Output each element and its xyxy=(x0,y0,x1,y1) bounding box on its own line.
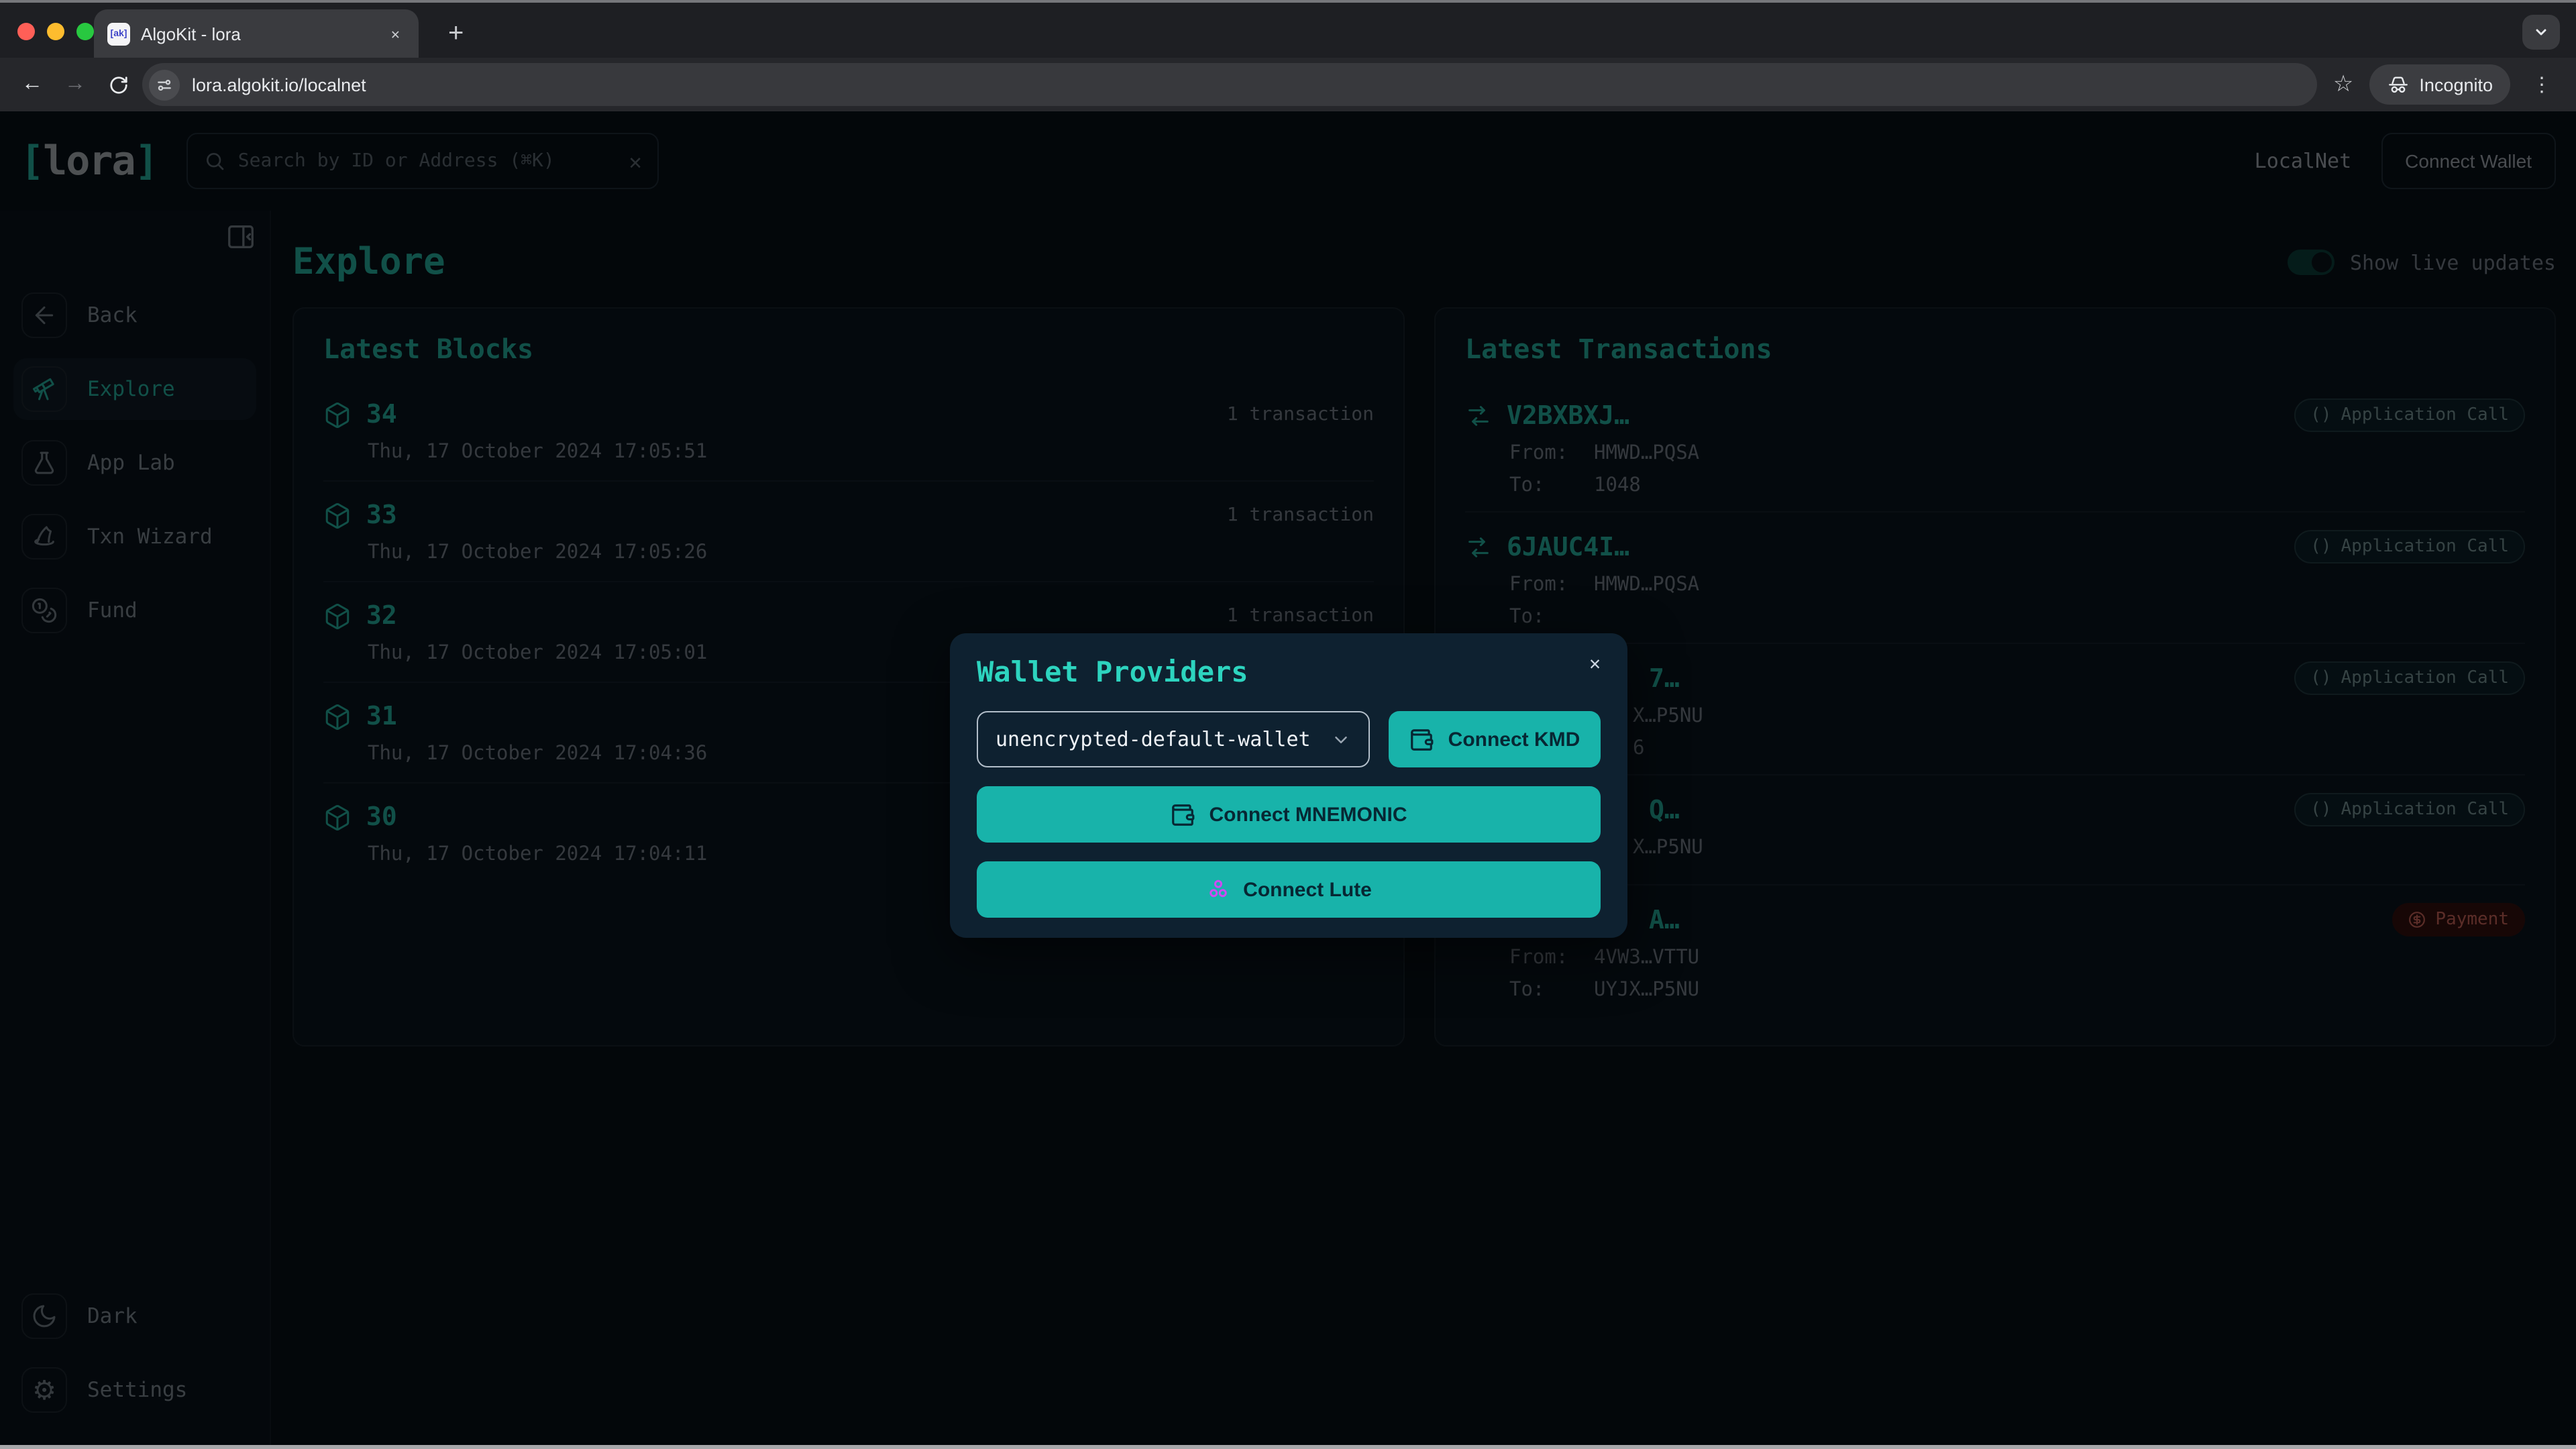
url-bar[interactable]: lora.algokit.io/localnet xyxy=(142,63,2317,106)
connect-mnemonic-button[interactable]: Connect MNEMONIC xyxy=(977,786,1601,843)
bookmark-star-icon[interactable]: ☆ xyxy=(2333,71,2354,98)
incognito-label: Incognito xyxy=(2419,74,2493,95)
browser-menu-button[interactable]: ⋮ xyxy=(2521,72,2563,97)
minimize-window-button[interactable] xyxy=(47,23,64,40)
macos-traffic-lights xyxy=(17,23,94,40)
window-bottom-edge xyxy=(0,1445,2576,1449)
reload-button[interactable] xyxy=(99,66,137,103)
tab-close-icon[interactable]: ✕ xyxy=(386,22,405,45)
browser-toolbar: ← → lora.algokit.io/localnet ☆ Incognito… xyxy=(0,58,2576,111)
url-text: lora.algokit.io/localnet xyxy=(192,74,366,95)
incognito-badge: Incognito xyxy=(2369,64,2510,105)
forward-button: → xyxy=(64,72,86,95)
connect-lute-button[interactable]: Connect Lute xyxy=(977,861,1601,918)
incognito-icon xyxy=(2389,76,2408,93)
modal-title: Wallet Providers xyxy=(977,656,1248,688)
connect-kmd-button[interactable]: Connect KMD xyxy=(1389,711,1601,767)
close-window-button[interactable] xyxy=(17,23,35,40)
browser-tab[interactable]: [ak] AlgoKit - lora ✕ xyxy=(94,9,419,58)
site-settings-button[interactable] xyxy=(149,69,180,100)
lute-icon xyxy=(1205,877,1230,902)
page-viewport: [lora] Search by ID or Address (⌘K) ✕ Lo… xyxy=(0,111,2576,1445)
wallet-select[interactable]: unencrypted-default-wallet xyxy=(977,711,1370,767)
wallet-providers-modal: Wallet Providers ✕ unencrypted-default-w… xyxy=(950,633,1627,938)
tab-title: AlgoKit - lora xyxy=(141,23,241,44)
new-tab-button[interactable]: + xyxy=(437,19,474,58)
screen: [ak] AlgoKit - lora ✕ + ← → lora.algokit… xyxy=(0,0,2576,1449)
browser-tabstrip: [ak] AlgoKit - lora ✕ + xyxy=(0,3,2576,58)
zoom-window-button[interactable] xyxy=(76,23,94,40)
chevron-down-icon xyxy=(1331,729,1351,749)
wallet-icon xyxy=(1171,802,1196,827)
back-button[interactable]: ← xyxy=(13,66,51,103)
chevron-down-icon xyxy=(2536,29,2546,36)
modal-close-icon[interactable]: ✕ xyxy=(1589,653,1601,675)
wallet-icon xyxy=(1409,727,1435,752)
tab-search-button[interactable] xyxy=(2522,15,2560,50)
tune-icon xyxy=(158,78,171,91)
wallet-select-value: unencrypted-default-wallet xyxy=(996,727,1311,751)
reload-icon xyxy=(109,76,127,93)
favicon: [ak] xyxy=(107,22,130,45)
